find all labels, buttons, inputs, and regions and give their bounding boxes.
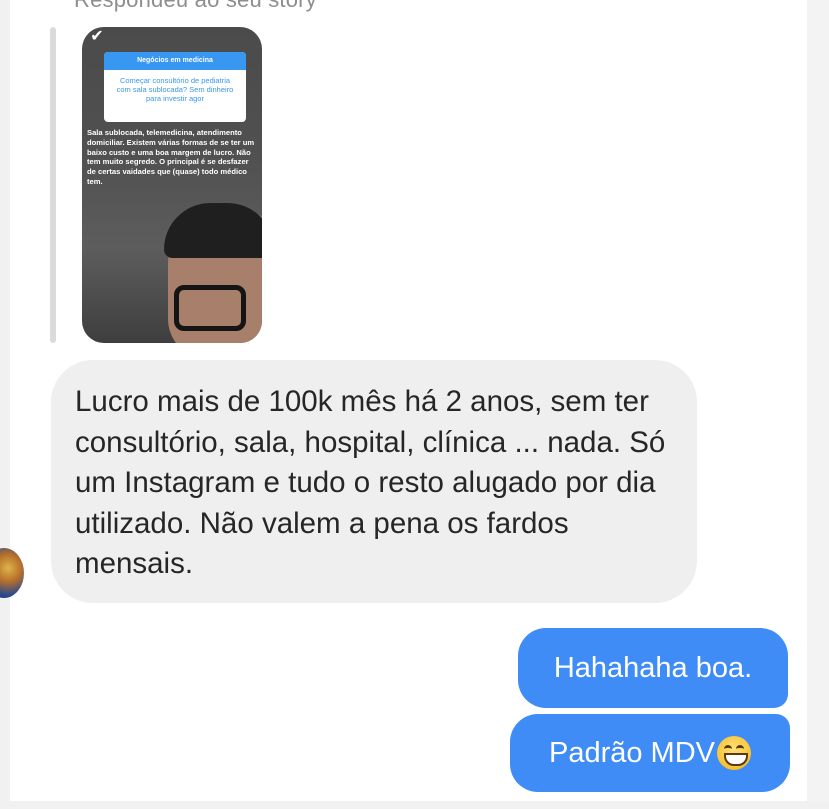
bottom-border	[0, 801, 829, 809]
sender-avatar[interactable]	[0, 548, 24, 598]
story-card-question: Começar consultório de pediatria com sal…	[116, 76, 234, 103]
story-overlay-text: Sala sublocada, telemedicina, atendiment…	[87, 128, 255, 186]
outgoing-message-bubble[interactable]: Hahahaha boa.	[518, 628, 788, 708]
outgoing-message-text: Hahahaha boa.	[553, 651, 753, 684]
reply-quote-bar	[50, 27, 56, 343]
replied-to-story-label: Respondeu ao seu story	[74, 0, 317, 13]
right-border	[807, 0, 829, 809]
incoming-message-bubble[interactable]: Lucro mais de 100k mês há 2 anos, sem te…	[51, 360, 697, 603]
outgoing-message-text: Padrão MDV	[548, 736, 715, 769]
story-question-card: Negócios em medicina Começar consultório…	[104, 52, 246, 122]
incoming-message-text: Lucro mais de 100k mês há 2 anos, sem te…	[75, 385, 666, 580]
story-person-glasses	[174, 285, 246, 331]
grinning-face-emoji-icon	[717, 736, 751, 770]
story-person-hair	[164, 203, 262, 258]
story-thumbnail[interactable]: Negócios em medicina Começar consultório…	[82, 27, 262, 343]
story-card-title: Negócios em medicina	[104, 52, 246, 70]
outgoing-message-bubble[interactable]: Padrão MDV	[510, 714, 790, 792]
check-icon: ✔	[90, 28, 104, 45]
left-border	[0, 0, 10, 809]
